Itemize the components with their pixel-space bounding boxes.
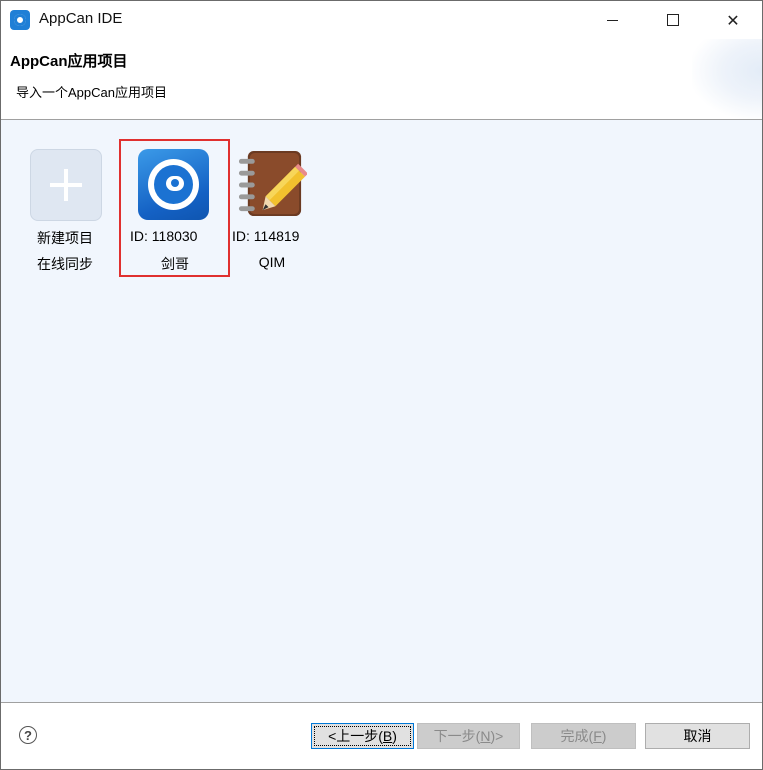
next-button[interactable]: 下一步(N)> — [417, 723, 520, 749]
project-label-line2: 在线同步 — [37, 256, 93, 272]
project-name: QIM — [258, 254, 286, 270]
minimize-icon — [606, 19, 618, 21]
close-button[interactable]: ✕ — [710, 1, 756, 39]
maximize-icon — [667, 14, 679, 26]
minimize-button[interactable] — [589, 1, 635, 39]
help-icon[interactable]: ? — [19, 726, 37, 744]
project-item-new[interactable]: 新建项目 在线同步 — [15, 120, 115, 280]
close-icon: ✕ — [726, 10, 740, 30]
window-title: AppCan IDE — [39, 10, 123, 27]
page-subtitle: 导入一个AppCan应用项目 — [16, 85, 167, 100]
selection-highlight — [119, 139, 230, 277]
banner-decoration — [692, 39, 762, 119]
back-button[interactable]: <上一步(B) — [311, 723, 414, 749]
maximize-button[interactable] — [650, 1, 696, 39]
notebook-pencil-icon — [238, 150, 307, 217]
project-label-line1: 新建项目 — [37, 230, 93, 246]
appcan-ide-window: AppCan IDE ✕ AppCan应用项目 导入一个AppCan应用项目 新… — [0, 0, 763, 770]
finish-button[interactable]: 完成(F) — [531, 723, 636, 749]
plus-icon — [30, 149, 102, 221]
project-id: ID: 114819 — [232, 228, 300, 244]
cancel-button[interactable]: 取消 — [645, 723, 750, 749]
appcan-app-icon — [10, 10, 30, 30]
title-bar: AppCan IDE ✕ — [1, 1, 762, 39]
project-list: 新建项目 在线同步 ID: 118030 剑哥 ID: 114819 QIM — [1, 120, 762, 703]
wizard-banner: AppCan应用项目 导入一个AppCan应用项目 — [1, 39, 762, 120]
project-item-qim[interactable]: ID: 114819 QIM — [230, 139, 314, 277]
page-title: AppCan应用项目 — [10, 53, 128, 70]
